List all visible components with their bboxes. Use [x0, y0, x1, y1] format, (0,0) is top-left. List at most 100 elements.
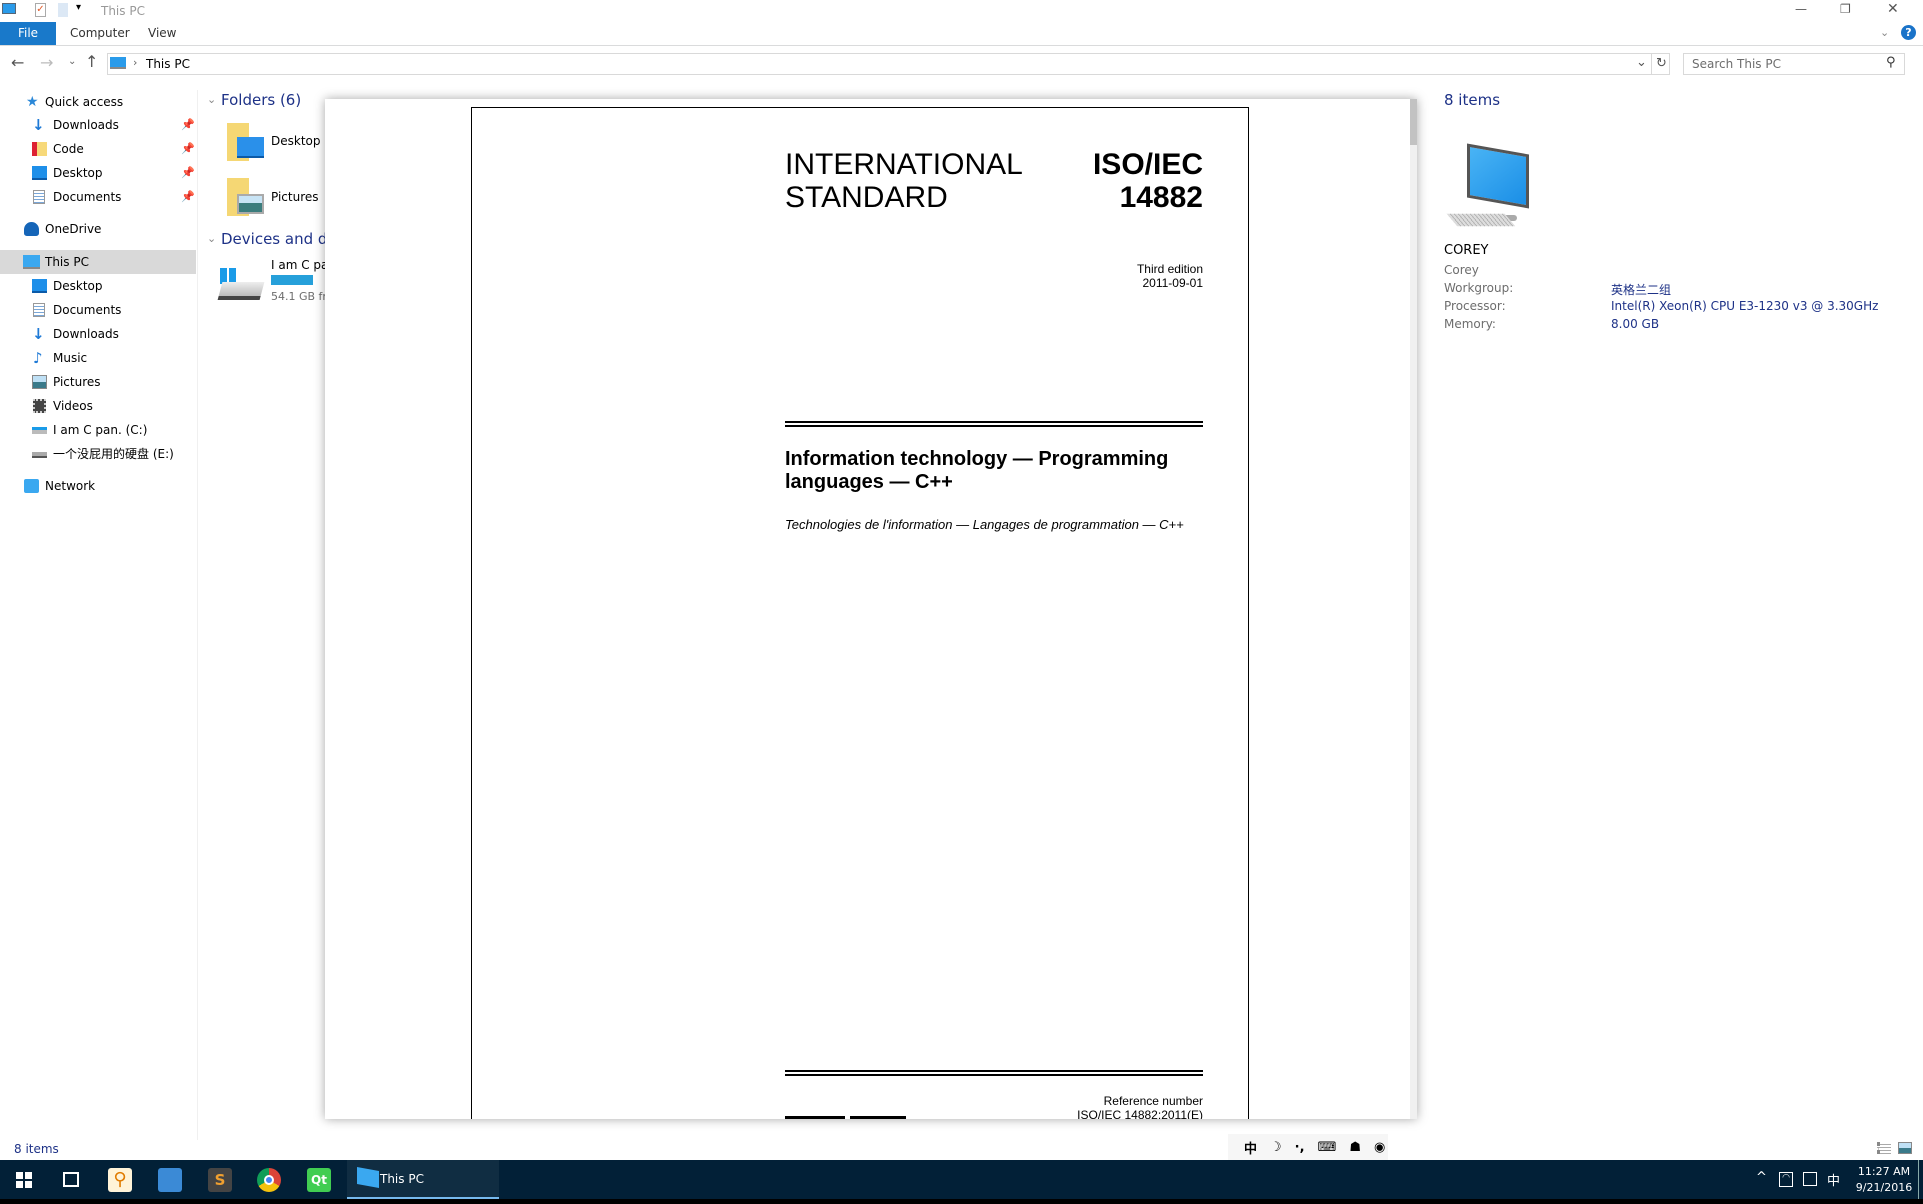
properties-icon[interactable]: ✓	[35, 3, 46, 17]
ime-skin-icon[interactable]: ☗	[1349, 1140, 1361, 1155]
back-button[interactable]: ←	[11, 53, 24, 72]
task-view-icon[interactable]	[63, 1172, 79, 1187]
nav-pc-documents[interactable]: Documents	[0, 298, 196, 322]
nav-pc-desktop[interactable]: Desktop	[0, 274, 196, 298]
nav-drive-e[interactable]: 一个没屁用的硬盘 (E:)	[0, 442, 196, 466]
new-folder-icon[interactable]	[58, 3, 68, 17]
tab-computer[interactable]: Computer	[56, 22, 144, 45]
folder-pictures[interactable]	[227, 178, 264, 218]
address-dropdown-icon[interactable]: ⌄	[1636, 55, 1647, 70]
input-method-icon[interactable]: 中	[1827, 1170, 1840, 1189]
folders-header[interactable]: Folders (6)	[221, 91, 301, 109]
forward-button[interactable]: →	[40, 53, 53, 72]
music-note-icon: ♪	[33, 349, 43, 367]
nav-quick-code[interactable]: Code 📌	[0, 137, 196, 161]
onedrive-icon	[24, 222, 39, 236]
search-icon[interactable]: ⚲	[1886, 55, 1896, 70]
close-button[interactable]: ✕	[1887, 1, 1899, 17]
breadcrumb-this-pc[interactable]: This PC	[146, 57, 190, 71]
up-button[interactable]: ↑	[85, 52, 98, 71]
ime-halfwidth-icon[interactable]: ☽	[1270, 1140, 1282, 1155]
standard-number: 14882	[1119, 181, 1203, 214]
nav-quick-downloads[interactable]: ↓ Downloads 📌	[0, 113, 196, 137]
drive-name[interactable]: I am C pan. (C:)	[271, 258, 331, 272]
title-line: STANDARD	[785, 181, 948, 214]
star-icon: ★	[26, 94, 39, 110]
processor-value: Intel(R) Xeon(R) CPU E3-1230 v3 @ 3.30GH…	[1611, 299, 1879, 313]
nav-pc-pictures[interactable]: Pictures	[0, 370, 196, 394]
expand-ribbon-icon[interactable]: ⌄	[1880, 26, 1889, 39]
keyboard	[1446, 213, 1516, 227]
folder-desktop[interactable]	[227, 123, 264, 163]
status-item-count: 8 items	[14, 1142, 59, 1156]
folder-label[interactable]: Desktop	[271, 134, 321, 148]
folder-label[interactable]: Pictures	[271, 190, 319, 204]
drive-c-item[interactable]	[217, 268, 265, 302]
pin-icon[interactable]: 📌	[181, 185, 195, 209]
pin-icon[interactable]: 📌	[181, 113, 195, 137]
sublime-text-icon[interactable]: S	[208, 1168, 232, 1192]
taskbar: ⚲ S Qt This PC ^ ◠ 中 11:27 AM 9/21/2016	[0, 1160, 1923, 1200]
large-icons-view-icon[interactable]	[1898, 1142, 1912, 1154]
network-status-icon[interactable]: ◠	[1779, 1172, 1793, 1187]
workgroup-value: 英格兰二组	[1611, 283, 1672, 297]
details-view-icon[interactable]	[1877, 1142, 1891, 1154]
ime-settings-icon[interactable]: ◉	[1374, 1140, 1385, 1155]
title-bar: ✓ ▾ This PC — ❐ ✕	[0, 0, 1923, 22]
refresh-button[interactable]: ↻	[1651, 53, 1671, 75]
documents-icon	[33, 303, 45, 317]
address-bar[interactable]: › This PC ⌄ ↻	[107, 53, 1670, 75]
nav-label: Code	[53, 142, 84, 156]
collapse-folders-icon[interactable]: ⌄	[207, 93, 216, 106]
nav-label: I am C pan. (C:)	[53, 423, 148, 437]
nav-quick-documents[interactable]: Documents 📌	[0, 185, 196, 209]
document-preview[interactable]: INTERNATIONAL STANDARD ISO/IEC 14882 Thi…	[325, 99, 1417, 1119]
preview-scrollbar[interactable]	[1410, 99, 1417, 1119]
download-arrow-icon: ↓	[32, 325, 45, 343]
nav-this-pc[interactable]: This PC	[0, 250, 196, 274]
nav-label: Downloads	[53, 118, 119, 132]
desktop-icon	[32, 279, 47, 293]
ime-chinese-mode-icon[interactable]: 中	[1244, 1138, 1257, 1157]
nav-quick-desktop[interactable]: Desktop 📌	[0, 161, 196, 185]
scrollbar-thumb[interactable]	[1410, 99, 1417, 145]
pictures-icon	[32, 375, 47, 389]
minimize-button[interactable]: —	[1795, 2, 1807, 16]
start-windows-icon[interactable]	[16, 1172, 32, 1188]
help-icon[interactable]: ?	[1901, 25, 1916, 40]
pin-icon[interactable]: 📌	[181, 161, 195, 185]
ime-keyboard-icon[interactable]: ⌨	[1318, 1140, 1337, 1155]
edition-block: Third edition 2011-09-01	[1003, 262, 1203, 290]
dictionary-app-icon[interactable]	[158, 1168, 182, 1192]
nav-drive-c[interactable]: I am C pan. (C:)	[0, 418, 196, 442]
tab-view[interactable]: View	[134, 22, 190, 45]
nav-onedrive[interactable]: OneDrive	[0, 217, 196, 241]
recent-locations-icon[interactable]: ⌄	[68, 56, 76, 67]
chrome-icon[interactable]	[257, 1168, 281, 1192]
monitor-screen	[1467, 143, 1529, 209]
clock[interactable]: 11:27 AM 9/21/2016	[1852, 1164, 1916, 1196]
tab-file[interactable]: File	[0, 22, 56, 45]
nav-pc-videos[interactable]: Videos	[0, 394, 196, 418]
ime-punctuation-icon[interactable]: ·,	[1295, 1140, 1305, 1155]
pin-icon[interactable]: 📌	[181, 137, 195, 161]
show-desktop-button[interactable]	[1918, 1160, 1919, 1200]
nav-quick-access[interactable]: ★ Quick access	[0, 90, 196, 114]
search-everything-app-icon[interactable]: ⚲	[108, 1168, 132, 1192]
taskbar-this-pc[interactable]: This PC	[347, 1160, 499, 1200]
this-pc-icon	[2, 3, 16, 14]
memory-value: 8.00 GB	[1611, 317, 1660, 331]
search-input[interactable]: Search This PC	[1683, 53, 1905, 75]
nav-network[interactable]: Network	[0, 474, 196, 498]
collapse-devices-icon[interactable]: ⌄	[207, 232, 216, 245]
action-center-icon[interactable]	[1803, 1172, 1817, 1186]
devices-header[interactable]: Devices and drives	[221, 230, 331, 248]
nav-pc-music[interactable]: ♪ Music	[0, 346, 196, 370]
show-hidden-icons-icon[interactable]: ^	[1756, 1170, 1767, 1185]
restore-button[interactable]: ❐	[1840, 2, 1851, 16]
nav-pc-downloads[interactable]: ↓ Downloads	[0, 322, 196, 346]
breadcrumb-chevron-icon: ›	[133, 56, 138, 69]
customize-toolbar-icon[interactable]: ▾	[76, 2, 81, 13]
qt-creator-icon[interactable]: Qt	[307, 1168, 331, 1192]
workgroup-label: Workgroup:	[1444, 281, 1514, 295]
